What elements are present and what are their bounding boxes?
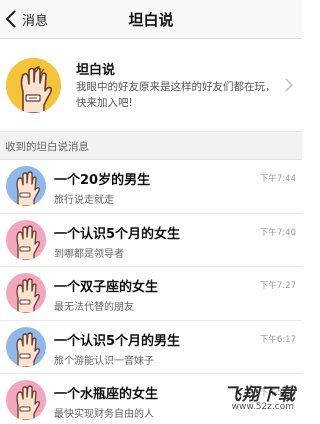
hand-avatar-icon bbox=[6, 58, 61, 113]
hand-avatar-icon bbox=[6, 327, 46, 367]
tanbaishuo-promo-card[interactable]: 坦白说 我眼中的好友原来是这样的好友们都在玩，快来加入吧! bbox=[0, 39, 302, 132]
chevron-right-icon bbox=[285, 78, 294, 92]
promo-description: 我眼中的好友原来是这样的好友们都在玩，快来加入吧! bbox=[76, 81, 276, 109]
message-time: 下午7:44 bbox=[259, 174, 296, 184]
message-time: 下午7:27 bbox=[259, 281, 296, 291]
section-header: 收到的坦白说消息 bbox=[0, 132, 302, 160]
message-title: 一个水瓶座的女生 bbox=[54, 387, 159, 402]
screen: 消息 坦白说 坦白说 我眼中的好友原来是这样的好友们都在玩，快来加入吧! 收到的… bbox=[0, 0, 302, 424]
hand-avatar-icon bbox=[6, 273, 46, 313]
watermark: 飞翔下载 www.52z.com bbox=[200, 380, 298, 418]
hand-avatar-icon bbox=[6, 220, 46, 260]
message-subtitle: 到哪都是领导者 bbox=[54, 249, 124, 260]
message-row[interactable]: 一个认识5个月的女生 到哪都是领导者 下午7:40 bbox=[0, 214, 302, 267]
message-title: 一个双子座的女生 bbox=[54, 280, 159, 295]
message-subtitle: 最快实现财务自由的人 bbox=[54, 409, 154, 420]
hand-avatar-icon bbox=[6, 166, 46, 206]
watermark-url: www.52z.com bbox=[231, 402, 294, 412]
message-subtitle: 旅个游能认识一音妹子 bbox=[54, 356, 154, 367]
message-title: 一个认识5个月的男生 bbox=[54, 334, 181, 349]
message-subtitle: 最无法代替的朋友 bbox=[54, 302, 134, 313]
section-title: 收到的坦白说消息 bbox=[5, 141, 89, 153]
navigation-bar: 消息 坦白说 bbox=[0, 0, 302, 39]
message-title: 一个20岁的男生 bbox=[54, 173, 151, 188]
hand-avatar-icon bbox=[6, 380, 46, 420]
message-title: 一个认识5个月的女生 bbox=[54, 227, 181, 242]
message-row[interactable]: 一个认识5个月的男生 旅个游能认识一音妹子 下午6:17 bbox=[0, 321, 302, 374]
message-row[interactable]: 一个20岁的男生 旅行说走就走 下午7:44 bbox=[0, 160, 302, 214]
page-title: 坦白说 bbox=[128, 11, 174, 29]
message-row[interactable]: 一个双子座的女生 最无法代替的朋友 下午7:27 bbox=[0, 267, 302, 321]
promo-title: 坦白说 bbox=[76, 63, 116, 78]
message-time: 下午7:40 bbox=[259, 228, 296, 238]
message-time: 下午6:17 bbox=[259, 335, 296, 345]
message-subtitle: 旅行说走就走 bbox=[54, 195, 114, 206]
